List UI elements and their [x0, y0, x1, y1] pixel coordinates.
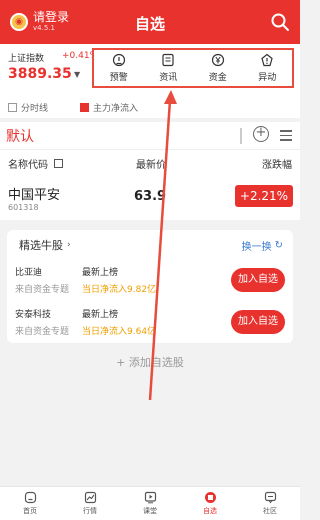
column-name-code: 名称代码 — [8, 156, 63, 171]
play-icon — [144, 491, 156, 504]
chevron-down-icon[interactable]: ▼ — [74, 70, 80, 79]
tool-alert[interactable]: 预警 — [110, 53, 128, 83]
picks-title-label: 精选牛股 — [19, 239, 63, 252]
yen-icon — [211, 53, 224, 67]
refresh-button[interactable]: 换一换 ↻ — [242, 238, 283, 253]
filter-row: 分时线 主力净流入 — [0, 94, 300, 118]
column-change[interactable]: 涨跌幅 — [262, 156, 292, 171]
picks-card: 精选牛股 › 换一换 ↻ 比亚迪 最新上榜 来自资金专题 当日净流入9.82亿 … — [7, 230, 293, 343]
add-watchlist-button[interactable]: 加入自选 — [231, 310, 285, 334]
column-header: 名称代码 最新价 涨跌幅 — [0, 150, 300, 174]
alert-icon — [261, 53, 273, 67]
tools-highlight-box: 预警 资讯 资金 异动 — [92, 48, 294, 88]
tool-label: 资金 — [208, 73, 227, 83]
nav-community[interactable]: 社区 — [240, 487, 300, 520]
pick-flow: 当日净流入9.64亿 — [82, 327, 157, 337]
menu-icon[interactable] — [280, 130, 292, 144]
home-icon — [24, 491, 36, 504]
list-item[interactable]: 安泰科技 最新上榜 来自资金专题 当日净流入9.64亿 加入自选 — [7, 304, 293, 344]
pick-source: 来自资金专题 — [15, 285, 70, 295]
tab-default[interactable]: 默认 — [6, 126, 34, 146]
inflow-label: 主力净流入 — [93, 104, 139, 114]
bell-icon — [112, 53, 125, 67]
picks-title[interactable]: 精选牛股 › — [19, 237, 71, 253]
add-stock-link[interactable]: + 添加自选股 — [0, 354, 300, 370]
stock-code: 601318 — [8, 203, 39, 212]
list-item[interactable]: 比亚迪 最新上榜 来自资金专题 当日净流入9.82亿 加入自选 — [7, 262, 293, 302]
checkbox-box — [8, 103, 17, 112]
top-header: ◉ 请登录 v4.5.1 自选 — [0, 0, 300, 44]
divider — [240, 128, 242, 144]
news-icon — [162, 53, 174, 67]
page-title: 自选 — [134, 15, 165, 33]
group-tabs: 默认 + — [0, 122, 300, 150]
refresh-icon: ↻ — [274, 240, 283, 251]
tool-label: 资讯 — [159, 73, 178, 83]
chevron-right-icon: › — [67, 240, 71, 250]
chart-icon — [84, 491, 96, 504]
tool-fund[interactable]: 资金 — [209, 53, 227, 83]
pick-source: 来自资金专题 — [15, 327, 70, 337]
stock-change-badge: +2.21% — [235, 185, 293, 207]
watchlist-icon — [204, 492, 216, 503]
add-group-icon[interactable]: + — [253, 126, 269, 142]
column-label: 名称代码 — [8, 160, 48, 171]
pick-rank: 最新上榜 — [82, 268, 119, 278]
nav-market[interactable]: 行情 — [60, 487, 120, 520]
nav-class[interactable]: 课堂 — [120, 487, 180, 520]
intraday-label: 分时线 — [21, 104, 49, 114]
tool-news[interactable]: 资讯 — [159, 53, 177, 83]
stock-price: 63.9 — [134, 189, 167, 204]
tool-label: 异动 — [258, 73, 277, 83]
bottom-nav: 首页 行情 课堂 自选 社区 — [0, 486, 300, 520]
nav-home[interactable]: 首页 — [0, 487, 60, 520]
column-price[interactable]: 最新价 — [136, 156, 166, 171]
pick-rank: 最新上榜 — [82, 310, 119, 320]
search-icon[interactable] — [270, 12, 290, 32]
nav-watchlist[interactable]: 自选 — [180, 487, 240, 520]
table-row[interactable]: 中国平安 601318 63.9 +2.21% — [0, 174, 300, 220]
nav-label: 行情 — [83, 507, 97, 515]
edit-icon[interactable] — [54, 159, 63, 168]
index-value: 3889.35 — [8, 66, 72, 82]
nav-label: 课堂 — [143, 507, 157, 515]
nav-label: 自选 — [203, 507, 217, 515]
intraday-checkbox[interactable]: 分时线 — [8, 101, 48, 114]
nav-label: 社区 — [263, 507, 277, 515]
tool-movement[interactable]: 异动 — [258, 53, 276, 83]
add-watchlist-button[interactable]: 加入自选 — [231, 268, 285, 292]
tool-label: 预警 — [109, 73, 128, 83]
nav-label: 首页 — [23, 507, 37, 515]
pick-name: 安泰科技 — [15, 310, 52, 320]
inflow-checkbox[interactable]: 主力净流入 — [80, 101, 138, 114]
checkbox-box — [80, 103, 89, 112]
pick-name: 比亚迪 — [15, 268, 43, 278]
refresh-label: 换一换 — [241, 242, 272, 253]
chat-icon — [264, 491, 276, 504]
pick-flow: 当日净流入9.82亿 — [82, 285, 157, 295]
index-name: 上证指数 — [8, 54, 45, 64]
stock-name: 中国平安 — [8, 188, 61, 203]
